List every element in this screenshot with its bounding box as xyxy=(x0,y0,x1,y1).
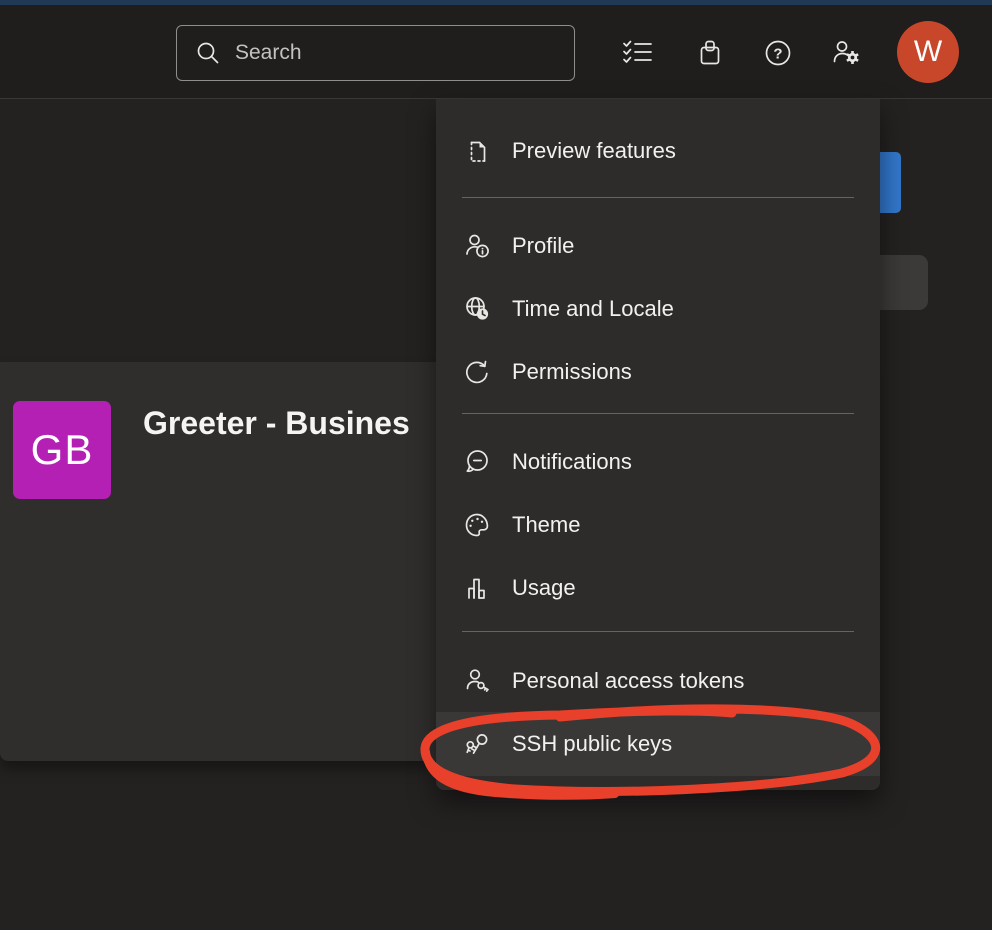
menu-item-profile[interactable]: Profile xyxy=(436,214,880,277)
marketplace-button[interactable] xyxy=(692,35,728,71)
help-button[interactable]: ? xyxy=(760,35,796,71)
menu-item-label: Profile xyxy=(512,233,574,259)
menu-divider xyxy=(462,197,854,198)
user-settings-dropdown-menu: Preview features Profile Time and Locale xyxy=(436,99,880,790)
menu-item-usage[interactable]: Usage xyxy=(436,556,880,619)
project-avatar-initials: GB xyxy=(31,426,94,474)
gear-glyph xyxy=(847,51,858,64)
user-settings-button[interactable] xyxy=(828,35,864,71)
search-box[interactable] xyxy=(176,25,575,81)
menu-divider xyxy=(462,413,854,414)
search-input[interactable] xyxy=(235,41,556,65)
project-title: Greeter - Busines xyxy=(143,405,410,442)
menu-item-label: Theme xyxy=(512,512,580,538)
work-items-checklist-button[interactable] xyxy=(620,35,656,71)
menu-item-label: Preview features xyxy=(512,138,676,164)
menu-item-label: Usage xyxy=(512,575,576,601)
menu-item-notifications[interactable]: Notifications xyxy=(436,430,880,493)
menu-item-permissions[interactable]: Permissions xyxy=(436,340,880,403)
theme-palette-icon xyxy=(462,510,492,540)
help-question-glyph: ? xyxy=(773,46,782,63)
top-navigation-bar: ? W xyxy=(0,5,992,99)
profile-icon xyxy=(462,231,492,261)
menu-item-personal-access-tokens[interactable]: Personal access tokens xyxy=(436,649,880,712)
user-avatar[interactable]: W xyxy=(897,21,959,83)
checklist-icon xyxy=(621,38,655,68)
menu-item-ssh-public-keys[interactable]: SSH public keys xyxy=(436,712,880,776)
menu-item-label: Permissions xyxy=(512,359,632,385)
app-window: GB Greeter - Busines xyxy=(0,0,992,930)
ssh-public-keys-icon xyxy=(462,729,492,759)
project-avatar[interactable]: GB xyxy=(13,401,111,499)
preview-features-icon xyxy=(462,136,492,166)
permissions-refresh-icon xyxy=(462,357,492,387)
user-avatar-initial: W xyxy=(914,35,942,69)
menu-item-label: Notifications xyxy=(512,449,632,475)
menu-item-label: Time and Locale xyxy=(512,296,674,322)
menu-item-label: Personal access tokens xyxy=(512,668,744,694)
user-settings-gear-icon xyxy=(830,38,862,68)
usage-bar-chart-icon xyxy=(462,573,492,603)
search-icon xyxy=(195,40,221,66)
help-icon: ? xyxy=(763,38,793,68)
time-locale-icon xyxy=(462,294,492,324)
menu-item-theme[interactable]: Theme xyxy=(436,493,880,556)
menu-item-preview-features[interactable]: Preview features xyxy=(436,119,880,182)
menu-item-time-and-locale[interactable]: Time and Locale xyxy=(436,277,880,340)
shopping-bag-icon xyxy=(695,38,725,68)
menu-divider xyxy=(462,631,854,632)
menu-item-label: SSH public keys xyxy=(512,731,672,757)
personal-access-tokens-icon xyxy=(462,666,492,696)
notifications-icon xyxy=(462,447,492,477)
